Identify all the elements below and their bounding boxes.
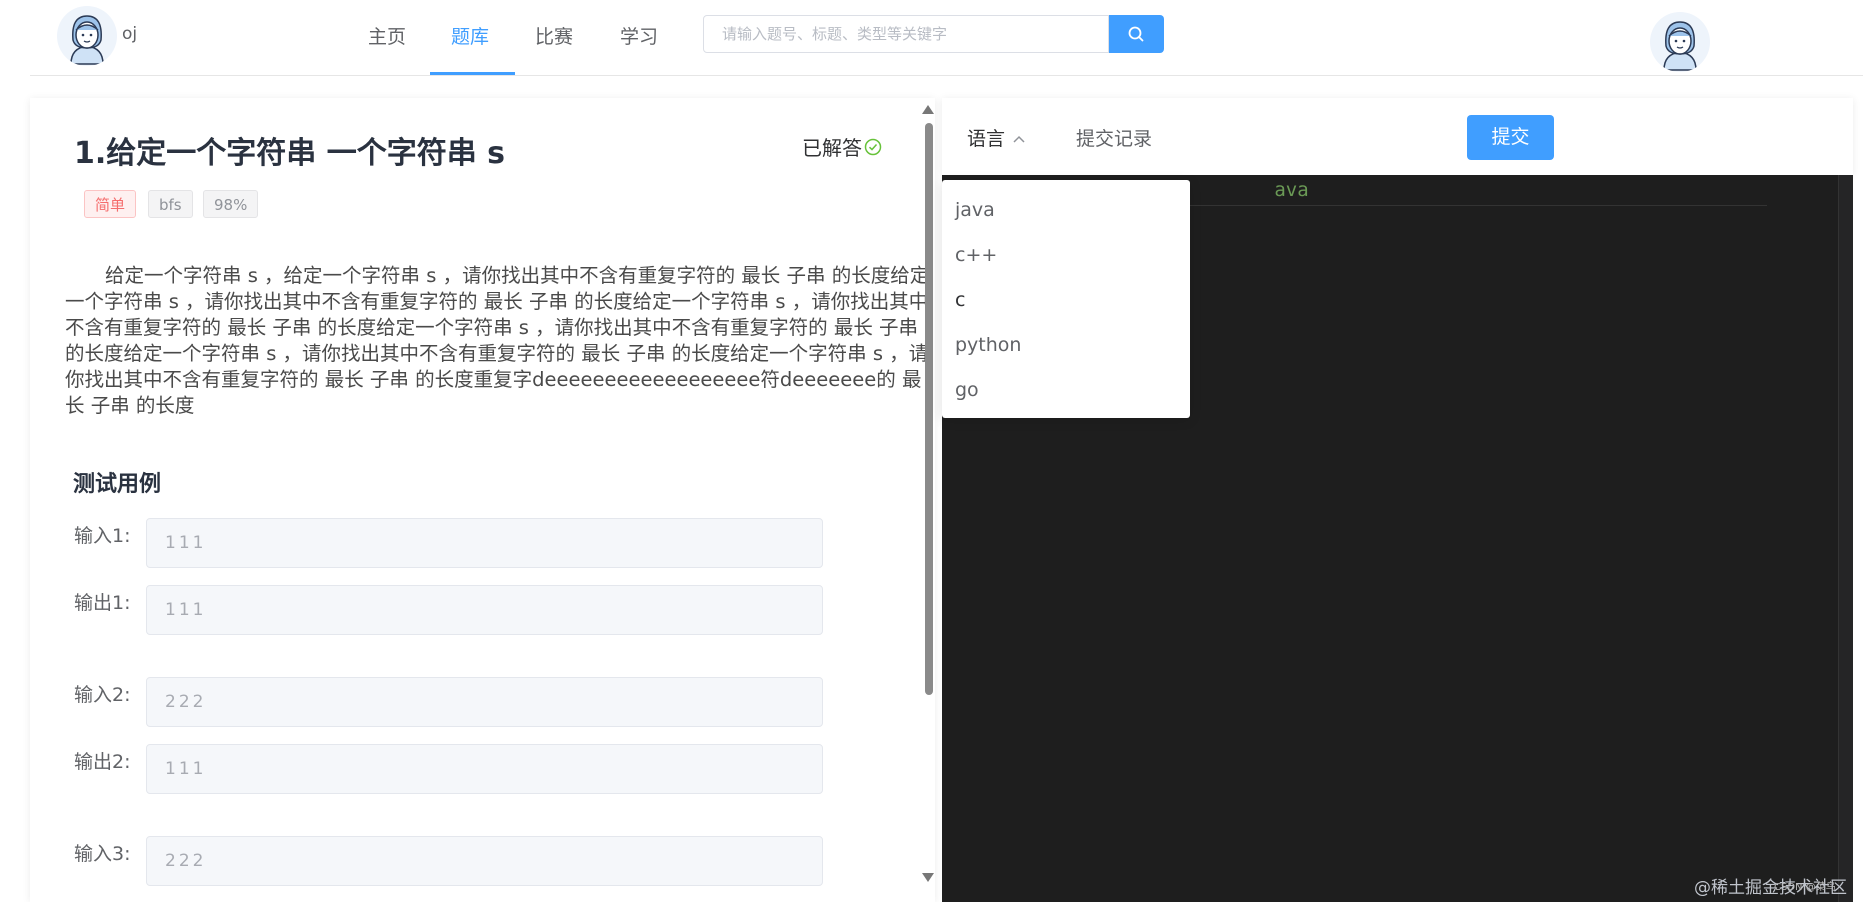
nav-problems[interactable]: 题库	[451, 22, 489, 49]
test-cases-heading: 测试用例	[73, 472, 162, 497]
solved-status-label: 已解答	[802, 136, 862, 160]
search-icon	[1128, 26, 1144, 42]
test-case-label: 输入2:	[74, 684, 131, 706]
search-input[interactable]	[703, 15, 1109, 53]
nav-contests[interactable]: 比赛	[535, 22, 573, 49]
site-name: oj	[122, 24, 138, 44]
problem-panel: 1.给定一个字符串 一个字符串 s 已解答 简单 bfs 98% 给定一个字符串…	[30, 98, 935, 902]
logo-avatar[interactable]	[57, 6, 117, 66]
language-option[interactable]: c	[955, 289, 965, 311]
user-avatar[interactable]	[1650, 12, 1710, 72]
language-label: 语言	[967, 128, 1006, 150]
language-dropdown: java c++ c python go	[942, 180, 1190, 418]
test-case-value: 111	[146, 585, 823, 635]
search-button[interactable]	[1109, 15, 1164, 53]
problem-title: 1.给定一个字符串 一个字符串 s	[74, 136, 506, 171]
language-option[interactable]: go	[955, 379, 979, 401]
test-case-value: 222	[146, 836, 823, 886]
language-option[interactable]: java	[955, 199, 995, 221]
test-case-label: 输入3:	[74, 843, 131, 865]
language-option[interactable]: c++	[955, 244, 997, 266]
difficulty-tag: 简单	[84, 190, 137, 218]
chevron-up-icon	[1013, 135, 1025, 143]
solved-status: 已解答	[802, 132, 882, 161]
editor-toolbar: 语言 提交记录 提交	[942, 98, 1853, 175]
submit-button[interactable]: 提交	[1467, 115, 1554, 160]
editor-scrollbar[interactable]	[1838, 175, 1853, 902]
check-circle-icon	[864, 138, 882, 156]
test-case-value: 111	[146, 744, 823, 794]
problem-scrollbar[interactable]	[921, 105, 935, 885]
nav-home[interactable]: 主页	[368, 22, 406, 49]
scroll-down-icon[interactable]	[922, 873, 934, 882]
watermark-sub: CSDN @菜鸟	[1774, 882, 1836, 893]
test-case-value: 222	[146, 677, 823, 727]
nav-active-indicator	[430, 72, 515, 75]
nav-learn[interactable]: 学习	[620, 22, 658, 49]
scroll-up-icon[interactable]	[922, 105, 934, 114]
pass-rate-tag: 98%	[203, 190, 259, 218]
scrollbar-thumb[interactable]	[925, 123, 933, 695]
submission-history-tab[interactable]: 提交记录	[1076, 124, 1152, 151]
test-case-value: 111	[146, 518, 823, 568]
type-tag: bfs	[148, 190, 193, 218]
test-case-label: 输入1:	[74, 525, 131, 547]
test-case-label: 输出2:	[74, 751, 131, 773]
test-case-label: 输出1:	[74, 592, 131, 614]
language-option[interactable]: python	[955, 334, 1021, 356]
language-select[interactable]: 语言	[967, 124, 1025, 151]
problem-description: 给定一个字符串 s ，给定一个字符串 s ，请你找出其中不含有重复字符的 最长 …	[65, 264, 930, 417]
